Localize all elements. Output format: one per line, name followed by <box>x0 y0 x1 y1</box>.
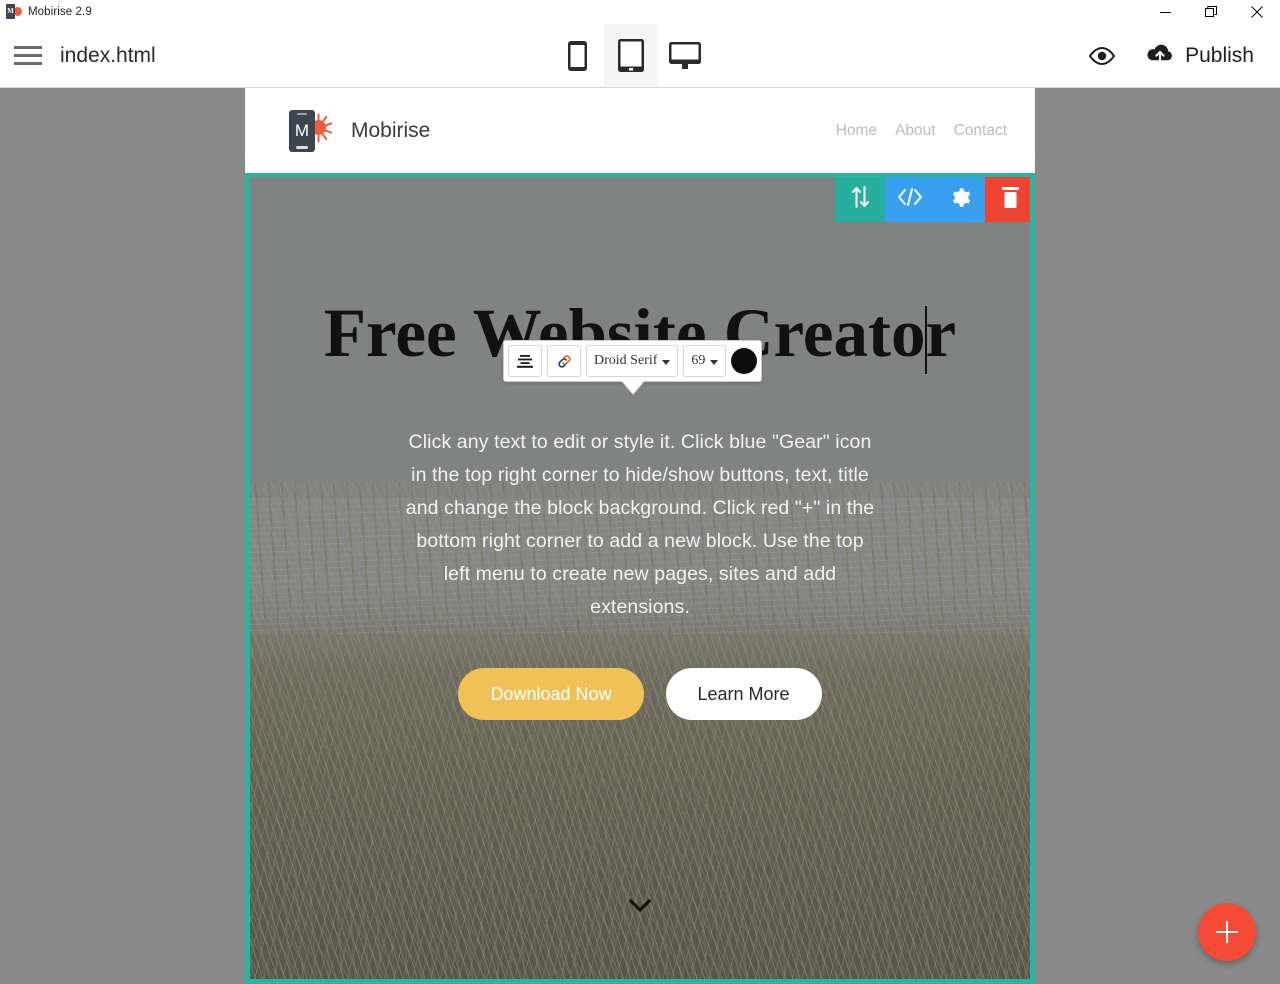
editor-canvas: M Mobirise Home About Contact Free Websi… <box>0 88 1280 984</box>
device-mobile-button[interactable] <box>550 24 604 87</box>
app-toolbar: index.html Publish <box>0 24 1280 88</box>
text-format-toolbar: Droid Serif 69 <box>503 340 763 382</box>
font-family-dropdown[interactable]: Droid Serif <box>586 345 679 377</box>
site-logo[interactable]: M Mobirise <box>287 109 430 153</box>
publish-button[interactable]: Publish <box>1146 43 1254 69</box>
mobirise-logo-icon: M <box>5 4 22 20</box>
nav-link-about[interactable]: About <box>895 122 936 140</box>
move-block-button[interactable] <box>835 177 885 222</box>
mobirise-logo-icon: M <box>287 109 333 153</box>
align-center-icon[interactable] <box>508 345 542 377</box>
window-title-bar: M Mobirise 2.9 <box>0 0 1280 24</box>
site-navbar: M Mobirise Home About Contact <box>245 88 1035 173</box>
hero-block-selected[interactable]: Free Website Creator Click any text to e… <box>245 173 1035 984</box>
cloud-upload-icon <box>1146 43 1174 69</box>
device-preview-switcher <box>550 24 712 87</box>
gear-icon[interactable] <box>935 177 985 222</box>
hero-content: Free Website Creator Click any text to e… <box>250 177 1030 979</box>
logo-letter: M <box>294 120 310 140</box>
device-desktop-button[interactable] <box>658 24 712 87</box>
minimize-button[interactable] <box>1142 0 1188 24</box>
add-block-button[interactable] <box>1198 903 1256 961</box>
nav-link-home[interactable]: Home <box>836 122 877 140</box>
hero-title-text-tail: r <box>925 295 957 371</box>
site-nav-links: Home About Contact <box>836 122 1007 140</box>
close-button[interactable] <box>1234 0 1280 24</box>
publish-label: Publish <box>1185 43 1254 67</box>
chevron-down-icon[interactable] <box>629 899 651 917</box>
app-icon-letter: M <box>7 7 14 15</box>
app-title: Mobirise 2.9 <box>28 6 92 18</box>
font-size-value: 69 <box>691 353 706 368</box>
tablet-preview-frame: M Mobirise Home About Contact Free Websi… <box>245 88 1035 984</box>
maximize-button[interactable] <box>1188 0 1234 24</box>
learn-more-button[interactable]: Learn More <box>665 668 822 720</box>
download-now-button[interactable]: Download Now <box>458 668 644 720</box>
device-tablet-button[interactable] <box>604 24 658 87</box>
text-color-swatch[interactable] <box>731 348 758 374</box>
toolbar-right-actions: Publish <box>1088 43 1254 69</box>
code-icon[interactable] <box>885 177 935 222</box>
eye-icon[interactable] <box>1088 46 1116 65</box>
chevron-down-icon <box>662 360 671 365</box>
trash-icon[interactable] <box>985 177 1030 222</box>
link-icon[interactable] <box>547 345 581 377</box>
hero-buttons: Download Now Learn More <box>458 668 822 720</box>
window-controls <box>1142 0 1280 24</box>
hamburger-icon[interactable] <box>13 41 43 71</box>
font-size-dropdown[interactable]: 69 <box>683 345 727 377</box>
nav-link-contact[interactable]: Contact <box>954 122 1007 140</box>
hero-paragraph[interactable]: Click any text to edit or style it. Clic… <box>405 426 875 624</box>
page-filename[interactable]: index.html <box>60 44 156 68</box>
chevron-down-icon <box>710 360 719 365</box>
font-family-value: Droid Serif <box>594 353 658 368</box>
site-brand-name: Mobirise <box>351 118 431 142</box>
block-action-toolbar <box>835 177 1030 222</box>
